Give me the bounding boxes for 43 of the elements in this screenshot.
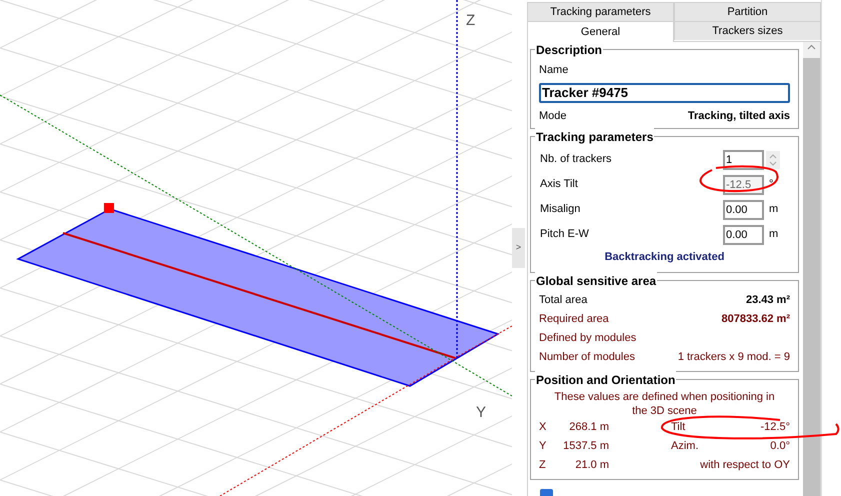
coordinate-value: 21.0 m [574, 458, 609, 473]
area-value: 1 trackers x 9 mod. = 9 [678, 350, 790, 365]
tab[interactable]: Tracking parameters [527, 2, 674, 21]
unit-label: ° [768, 177, 774, 192]
field-label: Mode [539, 108, 567, 124]
group-title: Tracking parameters [535, 128, 654, 146]
name-input-field[interactable]: Tracker #9475 [539, 82, 790, 102]
coordinate-label: Z [539, 458, 547, 473]
angle-value: 0.0° [770, 438, 790, 454]
axis-label: Z [466, 11, 476, 31]
area-value: 23.43 m² [746, 292, 790, 308]
angle-label: Tilt [671, 420, 686, 435]
mode-value: Tracking, tilted axis [688, 108, 790, 124]
tab[interactable]: Trackers sizes [674, 21, 821, 40]
angle-value: -12.5° [760, 420, 790, 435]
area-value: 807833.62 m² [722, 312, 790, 327]
coordinate-value: 268.1 m [568, 420, 609, 435]
unit-label: m [768, 227, 780, 242]
number-input-field[interactable]: 0.00 [723, 224, 764, 244]
unit-label: m [768, 202, 780, 218]
3d-viewport[interactable]: Z Y [0, 0, 512, 496]
number-input-field[interactable]: 1 [723, 150, 764, 170]
field-label: Name [539, 63, 570, 78]
coordinate-label: X [539, 420, 548, 435]
field-label: Pitch E-W [539, 227, 590, 242]
area-label: Total area [539, 292, 588, 308]
collapse-button[interactable]: > [512, 228, 525, 268]
field-label: Axis Tilt [539, 177, 579, 192]
tab[interactable]: General [527, 21, 674, 42]
number-input-field[interactable]: 0.00 [723, 200, 764, 220]
axis-label: Y [476, 403, 486, 423]
position-note: These values are defined when positioning in the 3D scene [553, 390, 776, 418]
area-label: Defined by modules [539, 330, 636, 346]
backtracking-status: Backtracking activated [604, 250, 726, 265]
tab[interactable]: Partition [674, 2, 821, 21]
field-label: Misalign [539, 202, 582, 218]
field-label: Nb. of trackers [539, 152, 613, 168]
area-label: Number of modules [539, 350, 635, 365]
angle-label: with respect to OY [700, 458, 790, 473]
coordinate-value: 1537.5 m [562, 438, 609, 454]
coordinate-label: Y [539, 438, 548, 454]
area-label: Required area [539, 312, 609, 327]
angle-label: Azim. [671, 438, 700, 454]
